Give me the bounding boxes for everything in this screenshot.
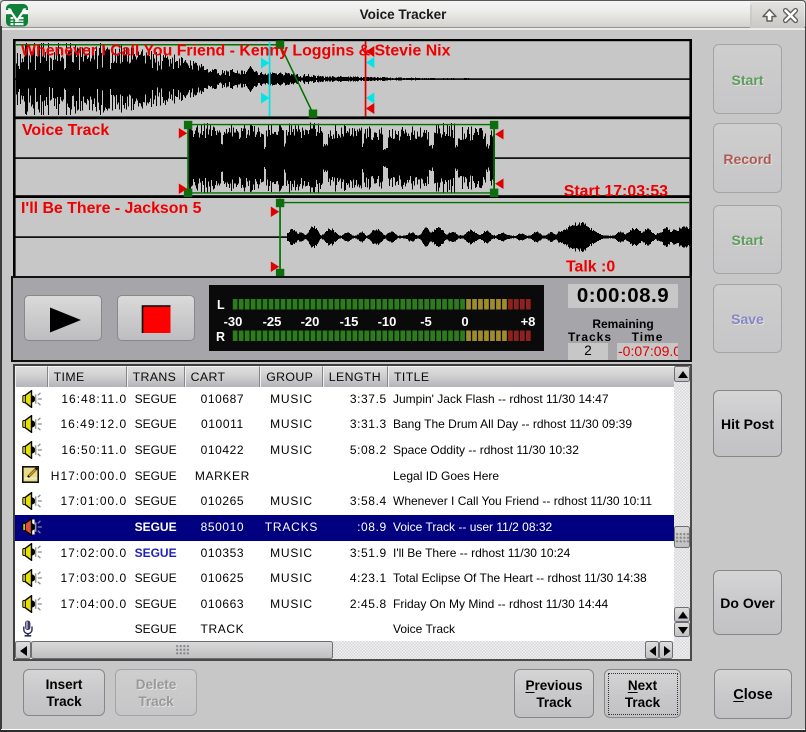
svg-text:Voice Track: Voice Track bbox=[22, 122, 109, 139]
svg-text:Start 17:03:53: Start 17:03:53 bbox=[564, 183, 668, 200]
svg-text:+8: +8 bbox=[521, 314, 536, 329]
svg-text:-5: -5 bbox=[420, 314, 432, 329]
svg-text:-20: -20 bbox=[301, 314, 320, 329]
svg-text:L: L bbox=[217, 298, 225, 312]
svg-text:-15: -15 bbox=[340, 314, 359, 329]
svg-text:0: 0 bbox=[461, 314, 468, 329]
svg-text:-30: -30 bbox=[224, 314, 243, 329]
svg-text:-25: -25 bbox=[263, 314, 282, 329]
svg-text:I'll Be There - Jackson 5: I'll Be There - Jackson 5 bbox=[21, 200, 202, 217]
svg-text:Talk :0: Talk :0 bbox=[566, 259, 615, 276]
svg-text:R: R bbox=[216, 330, 225, 344]
svg-text:-10: -10 bbox=[378, 314, 397, 329]
svg-text:Whenever I Call You Friend - K: Whenever I Call You Friend - Kenny Loggi… bbox=[21, 43, 451, 60]
